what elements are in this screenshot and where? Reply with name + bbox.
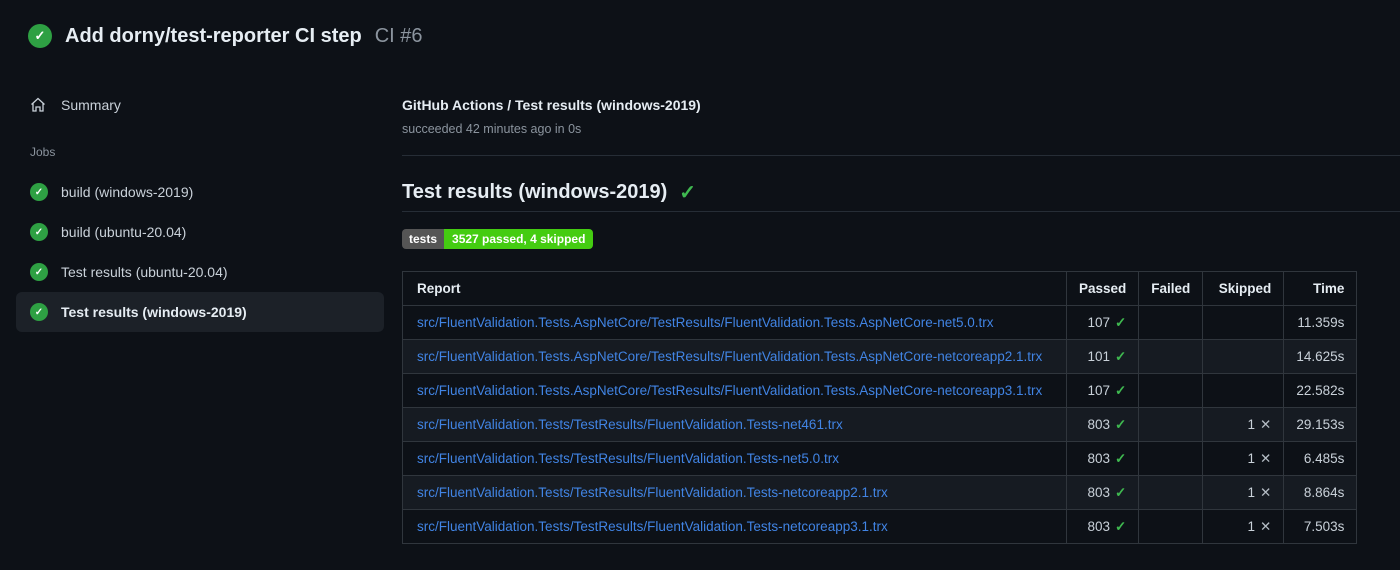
- time-value: 29.153s: [1283, 407, 1358, 442]
- check-run-status: succeeded 42 minutes ago in 0s: [402, 122, 582, 136]
- header-report: Report: [402, 271, 1067, 306]
- skipped-count: 1: [1247, 416, 1255, 432]
- table-row: src/FluentValidation.Tests.AspNetCore/Te…: [402, 373, 1358, 408]
- divider: [402, 155, 1400, 156]
- x-icon: ✕: [1260, 416, 1272, 432]
- job-label: build (windows-2019): [61, 184, 194, 200]
- sidebar-job-item[interactable]: ✓ Test results (windows-2019): [16, 292, 384, 332]
- jobs-section-label: Jobs: [30, 145, 56, 159]
- main-content: GitHub Actions / Test results (windows-2…: [402, 0, 1400, 570]
- time-value: 11.359s: [1283, 305, 1358, 340]
- check-circle-icon: ✓: [30, 223, 48, 241]
- job-label: Test results (ubuntu-20.04): [61, 264, 228, 280]
- x-icon: ✕: [1260, 484, 1272, 500]
- table-header-row: Report Passed Failed Skipped Time: [402, 271, 1358, 306]
- passed-count: 803: [1087, 416, 1110, 432]
- check-run-title: GitHub Actions / Test results (windows-2…: [402, 97, 701, 113]
- skipped-count: 1: [1247, 450, 1255, 466]
- report-link[interactable]: src/FluentValidation.Tests/TestResults/F…: [417, 519, 888, 534]
- report-link[interactable]: src/FluentValidation.Tests/TestResults/F…: [417, 451, 839, 466]
- x-icon: ✕: [1260, 450, 1272, 466]
- check-icon: ✓: [1114, 382, 1127, 398]
- check-icon: ✓: [1114, 348, 1127, 364]
- check-circle-icon: ✓: [30, 303, 48, 321]
- sidebar: Summary Jobs ✓ build (windows-2019) ✓ bu…: [0, 0, 400, 570]
- passed-count: 107: [1087, 382, 1110, 398]
- job-label: Test results (windows-2019): [61, 304, 247, 320]
- check-icon: ✓: [1114, 416, 1127, 432]
- sidebar-item-summary[interactable]: Summary: [16, 88, 356, 122]
- header-time: Time: [1283, 271, 1358, 306]
- passed-count: 803: [1087, 450, 1110, 466]
- job-label: build (ubuntu-20.04): [61, 224, 187, 240]
- badge-value: 3527 passed, 4 skipped: [444, 229, 594, 249]
- section-title: Test results (windows-2019): [402, 181, 668, 203]
- home-icon: [30, 97, 46, 113]
- time-value: 22.582s: [1283, 373, 1358, 408]
- time-value: 7.503s: [1283, 509, 1358, 544]
- report-link[interactable]: src/FluentValidation.Tests.AspNetCore/Te…: [417, 349, 1042, 364]
- table-row: src/FluentValidation.Tests/TestResults/F…: [402, 509, 1358, 544]
- report-link[interactable]: src/FluentValidation.Tests.AspNetCore/Te…: [417, 315, 994, 330]
- sidebar-job-item[interactable]: ✓ build (ubuntu-20.04): [16, 212, 384, 252]
- time-value: 6.485s: [1283, 441, 1358, 476]
- skipped-count: 1: [1247, 484, 1255, 500]
- header-skipped: Skipped: [1202, 271, 1285, 306]
- x-icon: ✕: [1260, 518, 1272, 534]
- passed-count: 107: [1087, 314, 1110, 330]
- passed-count: 803: [1087, 518, 1110, 534]
- skipped-count: 1: [1247, 518, 1255, 534]
- table-row: src/FluentValidation.Tests.AspNetCore/Te…: [402, 339, 1358, 374]
- check-icon: ✓: [1114, 484, 1127, 500]
- sidebar-job-item[interactable]: ✓ build (windows-2019): [16, 172, 384, 212]
- table-row: src/FluentValidation.Tests/TestResults/F…: [402, 441, 1358, 476]
- passed-count: 101: [1087, 348, 1110, 364]
- check-circle-icon: ✓: [30, 183, 48, 201]
- check-icon: ✓: [679, 182, 697, 204]
- check-icon: ✓: [1114, 518, 1127, 534]
- sidebar-job-item[interactable]: ✓ Test results (ubuntu-20.04): [16, 252, 384, 292]
- results-table: Report Passed Failed Skipped Time src/Fl…: [402, 271, 1358, 544]
- table-body: src/FluentValidation.Tests.AspNetCore/Te…: [402, 305, 1358, 544]
- sidebar-summary-label: Summary: [61, 97, 121, 113]
- check-icon: ✓: [1114, 314, 1127, 330]
- report-link[interactable]: src/FluentValidation.Tests.AspNetCore/Te…: [417, 383, 1042, 398]
- time-value: 14.625s: [1283, 339, 1358, 374]
- badge-label: tests: [402, 229, 445, 249]
- table-row: src/FluentValidation.Tests.AspNetCore/Te…: [402, 305, 1358, 340]
- table-row: src/FluentValidation.Tests/TestResults/F…: [402, 407, 1358, 442]
- check-icon: ✓: [1114, 450, 1127, 466]
- table-row: src/FluentValidation.Tests/TestResults/F…: [402, 475, 1358, 510]
- job-list: ✓ build (windows-2019) ✓ build (ubuntu-2…: [0, 172, 400, 332]
- report-link[interactable]: src/FluentValidation.Tests/TestResults/F…: [417, 485, 888, 500]
- time-value: 8.864s: [1283, 475, 1358, 510]
- tests-badge: tests 3527 passed, 4 skipped: [402, 229, 594, 249]
- header-failed: Failed: [1138, 271, 1204, 306]
- check-circle-icon: ✓: [30, 263, 48, 281]
- section-title-row: Test results (windows-2019) ✓: [402, 180, 696, 205]
- page: { "header": { "title": "Add dorny/test-r…: [0, 0, 1400, 570]
- header-passed: Passed: [1065, 271, 1140, 306]
- report-link[interactable]: src/FluentValidation.Tests/TestResults/F…: [417, 417, 843, 432]
- divider: [402, 211, 1400, 212]
- passed-count: 803: [1087, 484, 1110, 500]
